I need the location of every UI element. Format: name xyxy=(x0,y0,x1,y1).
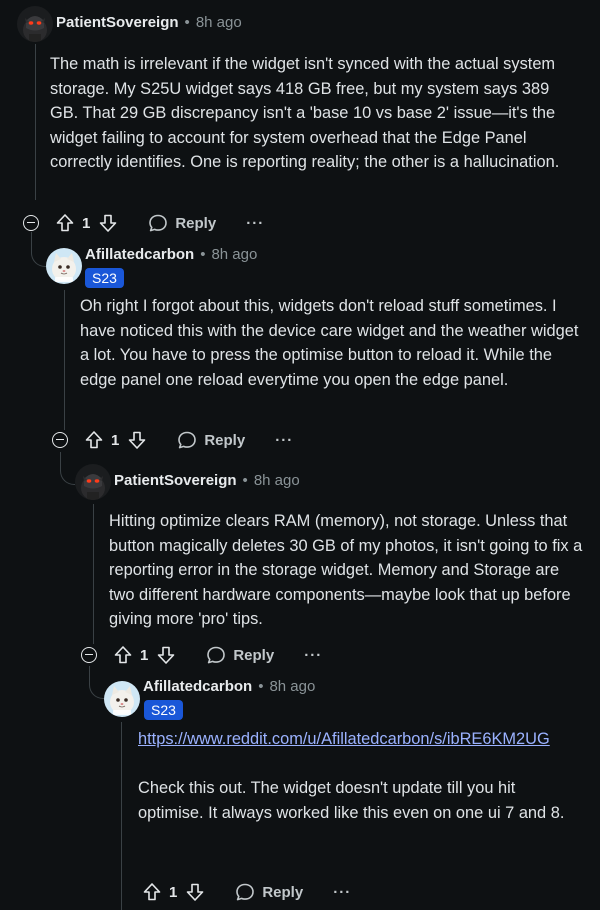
comment-body: Oh right I forgot about this, widgets do… xyxy=(80,294,585,392)
comment-header: PatientSovereign • 8h ago xyxy=(114,472,300,489)
timestamp: 8h ago xyxy=(211,246,258,263)
timestamp: 8h ago xyxy=(269,678,316,695)
comment-actions: 1 Reply ··· xyxy=(113,640,322,670)
comment-header: Afillatedcarbon • 8h ago xyxy=(85,246,257,263)
author-name[interactable]: Afillatedcarbon xyxy=(143,678,252,695)
more-options-button[interactable]: ··· xyxy=(246,215,264,232)
separator: • xyxy=(242,472,248,489)
upvote-icon[interactable] xyxy=(84,430,104,450)
more-options-button[interactable]: ··· xyxy=(333,884,351,901)
cartoon-cat-avatar-icon[interactable] xyxy=(104,681,140,717)
comment-header: PatientSovereign • 8h ago xyxy=(56,14,242,31)
comment-text: Oh right I forgot about this, widgets do… xyxy=(80,297,579,389)
reply-button[interactable]: Reply xyxy=(206,645,274,665)
comment-actions: 1 Reply ··· xyxy=(84,425,293,455)
more-options-button[interactable]: ··· xyxy=(304,647,322,664)
vote-count: 1 xyxy=(140,646,149,664)
collapse-thread-icon[interactable] xyxy=(52,432,68,448)
more-options-button[interactable]: ··· xyxy=(275,432,293,449)
comment-actions: 1 Reply ··· xyxy=(142,877,351,907)
reply-button[interactable]: Reply xyxy=(235,882,303,902)
timestamp: 8h ago xyxy=(253,472,300,489)
downvote-icon[interactable] xyxy=(127,430,147,450)
reply-button[interactable]: Reply xyxy=(148,213,216,233)
comment-text: Check this out. The widget doesn't updat… xyxy=(138,779,565,822)
upvote-icon[interactable] xyxy=(142,882,162,902)
cartoon-cat-avatar-icon[interactable] xyxy=(46,248,82,284)
comment-body: The math is irrelevant if the widget isn… xyxy=(50,52,570,175)
comment-actions: 1 Reply ··· xyxy=(55,208,264,238)
comment-text: Hitting optimize clears RAM (memory), no… xyxy=(109,512,583,629)
separator: • xyxy=(200,246,206,263)
comment-link[interactable]: https://www.reddit.com/u/Afillatedcarbon… xyxy=(138,730,550,748)
upvote-icon[interactable] xyxy=(55,213,75,233)
author-name[interactable]: PatientSovereign xyxy=(56,14,179,31)
dark-robot-avatar-icon[interactable] xyxy=(17,6,53,42)
comment-bubble-icon xyxy=(177,430,197,450)
upvote-icon[interactable] xyxy=(113,645,133,665)
comment-bubble-icon xyxy=(206,645,226,665)
thread-line xyxy=(35,44,36,200)
downvote-icon[interactable] xyxy=(98,213,118,233)
comment-bubble-icon xyxy=(235,882,255,902)
thread-elbow xyxy=(60,452,75,485)
thread-line xyxy=(121,722,122,910)
author-name[interactable]: Afillatedcarbon xyxy=(85,246,194,263)
comment-text: The math is irrelevant if the widget isn… xyxy=(50,55,560,172)
downvote-icon[interactable] xyxy=(185,882,205,902)
comment-body: Hitting optimize clears RAM (memory), no… xyxy=(109,509,584,632)
thread-elbow xyxy=(31,232,46,267)
thread-elbow xyxy=(89,666,104,699)
separator: • xyxy=(184,14,190,31)
collapse-thread-icon[interactable] xyxy=(23,215,39,231)
vote-count: 1 xyxy=(111,431,120,449)
thread-line xyxy=(64,290,65,430)
downvote-icon[interactable] xyxy=(156,645,176,665)
collapse-thread-icon[interactable] xyxy=(81,647,97,663)
author-name[interactable]: PatientSovereign xyxy=(114,472,237,489)
vote-count: 1 xyxy=(169,883,178,901)
timestamp: 8h ago xyxy=(195,14,242,31)
comment-bubble-icon xyxy=(148,213,168,233)
dark-robot-avatar-icon[interactable] xyxy=(75,464,111,500)
comment-header: Afillatedcarbon • 8h ago xyxy=(143,678,315,695)
user-flair-badge: S23 xyxy=(144,700,183,720)
vote-count: 1 xyxy=(82,214,91,232)
separator: • xyxy=(258,678,264,695)
comment-body: https://www.reddit.com/u/Afillatedcarbon… xyxy=(138,727,584,825)
user-flair-badge: S23 xyxy=(85,268,124,288)
thread-line xyxy=(93,504,94,644)
reply-button[interactable]: Reply xyxy=(177,430,245,450)
